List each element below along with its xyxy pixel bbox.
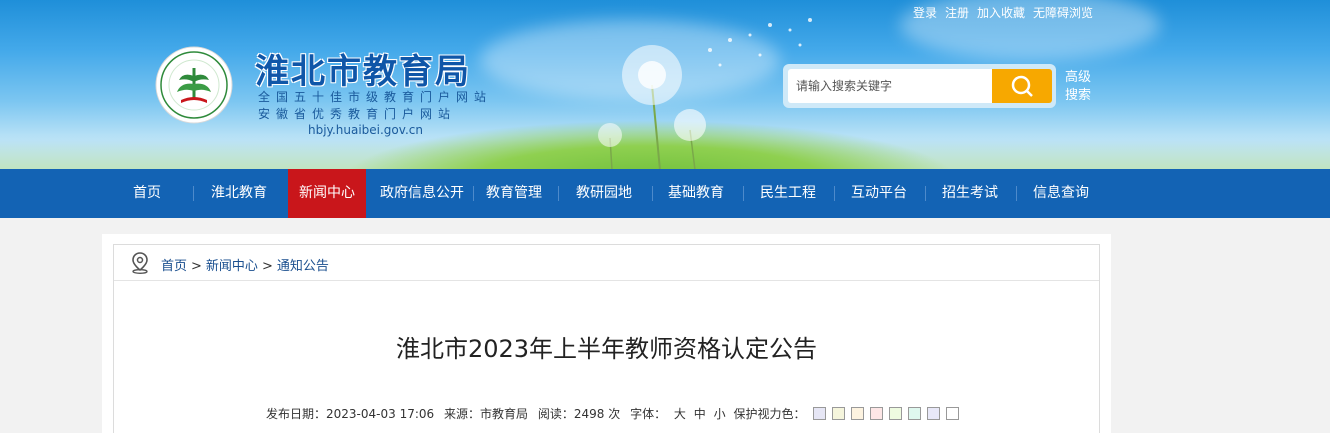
breadcrumb-separator: > — [191, 259, 202, 274]
advanced-search-label-1: 高级 — [1065, 70, 1092, 85]
font-size-medium[interactable]: 中 — [694, 407, 706, 421]
eye-color-swatch[interactable] — [813, 407, 827, 420]
eye-color-swatch[interactable] — [908, 407, 922, 420]
accessibility-link[interactable]: 无障碍浏览 — [1033, 6, 1093, 20]
login-link[interactable]: 登录 — [913, 6, 937, 20]
font-size-large[interactable]: 大 — [674, 407, 686, 421]
nav-item-enrollment-exam[interactable]: 招生考试 — [926, 169, 1014, 218]
nav-item-interaction[interactable]: 互动平台 — [835, 169, 923, 218]
site-header: 登录 注册 加入收藏 无障碍浏览 淮北市教育局 全国五十佳市级教育门户网站 安徽省优秀… — [0, 0, 1330, 169]
reads-unit: 次 — [608, 407, 621, 421]
eye-protection-label: 保护视力色： — [733, 407, 806, 421]
eye-color-swatch[interactable] — [946, 407, 960, 420]
search-input[interactable] — [788, 69, 994, 103]
main-nav: 首页 淮北教育 新闻中心 政府信息公开 教育管理 教研园地 基础教育 民生工程 … — [0, 169, 1330, 218]
nav-item-livelihood[interactable]: 民生工程 — [744, 169, 832, 218]
nav-item-basic-education[interactable]: 基础教育 — [652, 169, 740, 218]
site-url: hbjy.huaibei.gov.cn — [308, 123, 423, 137]
nav-item-home[interactable]: 首页 — [102, 169, 192, 218]
search-button[interactable] — [992, 69, 1052, 103]
article-meta: 发布日期：2023-04-03 17:06 来源：市教育局 阅读：2498 次 … — [266, 405, 965, 422]
source-label: 来源： — [443, 407, 480, 421]
nav-item-teaching-research[interactable]: 教研园地 — [562, 169, 646, 218]
bureau-emblem-logo[interactable] — [155, 46, 233, 124]
location-pin-icon — [132, 252, 148, 274]
breadcrumb-separator: > — [261, 259, 273, 274]
content-panel: 首页 > 新闻中心 > 通知公告 淮北市2023年上半年教师资格认定公告 发布日期：20… — [102, 234, 1111, 433]
nav-divider — [558, 186, 559, 201]
source-value: 市教育局 — [480, 407, 529, 421]
search-box — [783, 64, 1056, 108]
article-title: 淮北市2023年上半年教师资格认定公告 — [395, 335, 818, 363]
article-box: 首页 > 新闻中心 > 通知公告 淮北市2023年上半年教师资格认定公告 发布日期：20… — [113, 244, 1100, 433]
reads-label: 阅读： — [537, 407, 574, 421]
eye-color-swatch[interactable] — [832, 407, 846, 420]
site-subtitle-1: 全国五十佳市级教育门户网站 — [258, 90, 493, 104]
search-icon — [1011, 75, 1033, 97]
font-size-label: 字体： — [630, 407, 667, 421]
publish-label: 发布日期： — [266, 407, 327, 421]
eye-color-swatch[interactable] — [851, 407, 865, 420]
nav-item-huaibei-education[interactable]: 淮北教育 — [194, 169, 284, 218]
breadcrumb-home[interactable]: 首页 — [161, 259, 187, 274]
eye-color-swatch[interactable] — [889, 407, 903, 420]
font-size-small[interactable]: 小 — [714, 407, 726, 421]
breadcrumb-notices[interactable]: 通知公告 — [277, 259, 329, 274]
nav-item-news-center[interactable]: 新闻中心 — [288, 169, 366, 218]
breadcrumb-trail: 首页 > 新闻中心 > 通知公告 — [161, 255, 329, 274]
nav-item-info-query[interactable]: 信息查询 — [1017, 169, 1105, 218]
publish-date: 发布日期：2023-04-03 17:06 — [266, 407, 434, 421]
breadcrumb: 首页 > 新闻中心 > 通知公告 — [114, 245, 1099, 281]
read-count: 阅读：2498 次 — [538, 407, 620, 421]
advanced-search-label-2: 搜索 — [1065, 88, 1092, 103]
eye-color-swatch[interactable] — [927, 407, 941, 420]
add-favorite-link[interactable]: 加入收藏 — [977, 6, 1025, 20]
nav-item-gov-info[interactable]: 政府信息公开 — [372, 169, 472, 218]
reads-value: 2498 — [573, 407, 605, 421]
register-link[interactable]: 注册 — [945, 6, 969, 20]
source: 来源：市教育局 — [444, 407, 528, 421]
site-title[interactable]: 淮北市教育局 — [255, 44, 471, 93]
breadcrumb-news-center[interactable]: 新闻中心 — [206, 259, 258, 274]
nav-item-edu-management[interactable]: 教育管理 — [474, 169, 554, 218]
site-subtitle-2: 安徽省优秀教育门户网站 — [258, 107, 457, 121]
eye-color-swatch[interactable] — [870, 407, 884, 420]
top-links: 登录 注册 加入收藏 无障碍浏览 — [913, 4, 1101, 21]
publish-value: 2023-04-03 17:06 — [326, 407, 435, 421]
advanced-search-link[interactable]: 高级 搜索 — [1065, 69, 1095, 105]
